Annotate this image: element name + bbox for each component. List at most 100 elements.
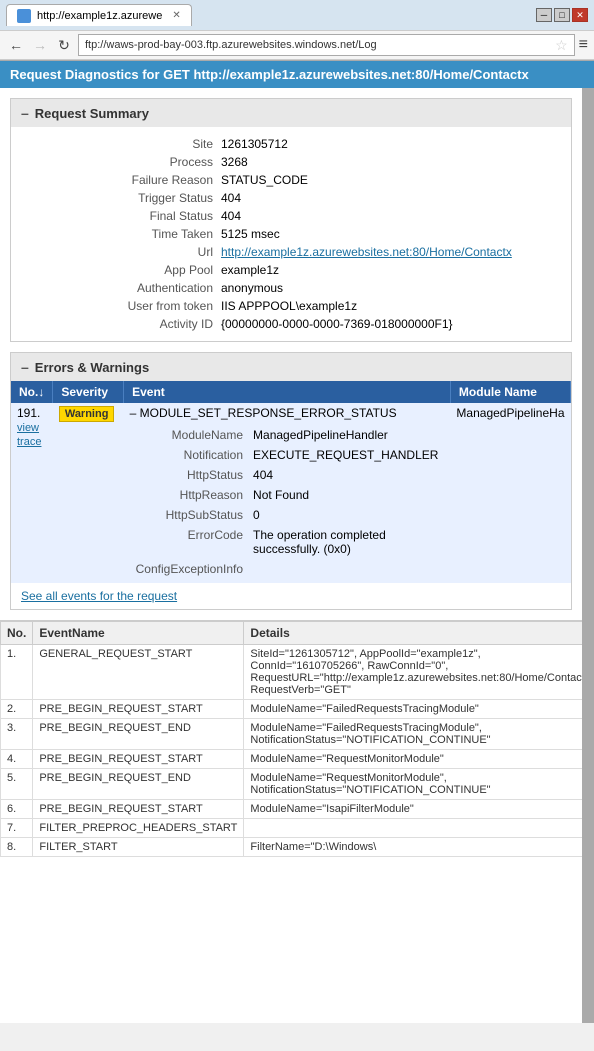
- value-url[interactable]: http://example1z.azurewebsites.net:80/Ho…: [221, 245, 512, 259]
- detail-value-error-code: The operation completed successfully. (0…: [249, 526, 442, 558]
- detail-label-config-exception: ConfigExceptionInfo: [132, 560, 247, 578]
- browser-menu-icon[interactable]: ≡: [579, 36, 588, 54]
- detail-row-http-reason: HttpReason Not Found: [132, 486, 443, 504]
- error-row-191: 191. view trace Warning – MODULE_SET_RES…: [11, 403, 571, 583]
- col-header-severity: Severity: [53, 381, 124, 403]
- col-header-event: Event: [124, 381, 451, 403]
- error-details-table: ModuleName ManagedPipelineHandler Notifi…: [130, 424, 445, 580]
- bookmark-star-icon[interactable]: ☆: [555, 37, 568, 54]
- request-summary-title: Request Summary: [35, 106, 149, 121]
- title-bar: http://example1z.azurewe ✕ ─ □ ✕: [0, 0, 594, 30]
- detail-value-http-status: 404: [249, 466, 442, 484]
- detail-value-notification: EXECUTE_REQUEST_HANDLER: [249, 446, 442, 464]
- event-no: 5.: [1, 769, 33, 800]
- event-name: FILTER_START: [33, 838, 244, 857]
- detail-label-error-code: ErrorCode: [132, 526, 247, 558]
- col-header-no: No.↓: [11, 381, 53, 403]
- label-url: Url: [21, 245, 221, 259]
- event-row: 2. PRE_BEGIN_REQUEST_START ModuleName="F…: [1, 700, 594, 719]
- event-name: PRE_BEGIN_REQUEST_START: [33, 800, 244, 819]
- page-header: Request Diagnostics for GET http://examp…: [0, 61, 594, 88]
- error-module: ManagedPipelineHa: [450, 403, 570, 583]
- summary-row-authentication: Authentication anonymous: [11, 279, 571, 297]
- event-no: 6.: [1, 800, 33, 819]
- detail-row-error-code: ErrorCode The operation completed succes…: [132, 526, 443, 558]
- warning-badge: Warning: [59, 406, 115, 422]
- detail-label-http-substatus: HttpSubStatus: [132, 506, 247, 524]
- event-row: 1. GENERAL_REQUEST_START SiteId="1261305…: [1, 645, 594, 700]
- summary-row-site: Site 1261305712: [11, 135, 571, 153]
- detail-label-notification: Notification: [132, 446, 247, 464]
- browser-tab[interactable]: http://example1z.azurewe ✕: [6, 4, 192, 26]
- request-summary-section: – Request Summary Site 1261305712 Proces…: [10, 98, 572, 342]
- detail-row-config-exception: ConfigExceptionInfo: [132, 560, 443, 578]
- summary-row-trigger-status: Trigger Status 404: [11, 189, 571, 207]
- close-button[interactable]: ✕: [572, 8, 588, 22]
- see-all-events-link[interactable]: See all events for the request: [11, 583, 571, 609]
- event-no: 3.: [1, 719, 33, 750]
- event-details: FilterName="D:\Windows\: [244, 838, 594, 857]
- summary-row-process: Process 3268: [11, 153, 571, 171]
- label-trigger-status: Trigger Status: [21, 191, 221, 205]
- event-row: 6. PRE_BEGIN_REQUEST_START ModuleName="I…: [1, 800, 594, 819]
- summary-table: Site 1261305712 Process 3268 Failure Rea…: [11, 127, 571, 341]
- tab-close-button[interactable]: ✕: [172, 10, 180, 21]
- request-summary-header[interactable]: – Request Summary: [11, 99, 571, 127]
- errors-warnings-section: – Errors & Warnings No.↓ Severity Event …: [10, 352, 572, 610]
- forward-button[interactable]: →: [30, 35, 50, 55]
- event-details: ModuleName="FailedRequestsTracingModule"…: [244, 719, 594, 750]
- value-site: 1261305712: [221, 137, 288, 151]
- window-controls: ─ □ ✕: [536, 8, 588, 22]
- detail-row-http-status: HttpStatus 404: [132, 466, 443, 484]
- event-row: 5. PRE_BEGIN_REQUEST_END ModuleName="Req…: [1, 769, 594, 800]
- summary-row-time-taken: Time Taken 5125 msec: [11, 225, 571, 243]
- event-name: PRE_BEGIN_REQUEST_START: [33, 700, 244, 719]
- error-event-text: – MODULE_SET_RESPONSE_ERROR_STATUS: [130, 406, 397, 420]
- error-no: 191. view trace: [11, 403, 53, 583]
- label-final-status: Final Status: [21, 209, 221, 223]
- errors-warnings-header[interactable]: – Errors & Warnings: [11, 353, 571, 381]
- events-header-row: No. EventName Details Time: [1, 621, 594, 645]
- error-event-cell: – MODULE_SET_RESPONSE_ERROR_STATUS Modul…: [124, 403, 451, 583]
- collapse-icon-errors: –: [21, 359, 29, 375]
- label-failure-reason: Failure Reason: [21, 173, 221, 187]
- address-text: ftp://waws-prod-bay-003.ftp.azurewebsite…: [85, 39, 377, 51]
- detail-row-http-substatus: HttpSubStatus 0: [132, 506, 443, 524]
- minimize-button[interactable]: ─: [536, 8, 552, 22]
- address-bar[interactable]: ftp://waws-prod-bay-003.ftp.azurewebsite…: [78, 34, 575, 56]
- detail-label-http-status: HttpStatus: [132, 466, 247, 484]
- event-no: 8.: [1, 838, 33, 857]
- value-user-from-token: IIS APPPOOL\example1z: [221, 299, 357, 313]
- col-header-module: Module Name: [450, 381, 570, 403]
- value-time-taken: 5125 msec: [221, 227, 280, 241]
- value-trigger-status: 404: [221, 191, 241, 205]
- label-site: Site: [21, 137, 221, 151]
- view-trace-link[interactable]: view trace: [17, 422, 41, 448]
- back-button[interactable]: ←: [6, 35, 26, 55]
- browser-chrome: http://example1z.azurewe ✕ ─ □ ✕ ← → ↻ f…: [0, 0, 594, 61]
- events-col-no: No.: [1, 621, 33, 645]
- maximize-button[interactable]: □: [554, 8, 570, 22]
- summary-row-url: Url http://example1z.azurewebsites.net:8…: [11, 243, 571, 261]
- events-col-name: EventName: [33, 621, 244, 645]
- errors-warnings-title: Errors & Warnings: [35, 360, 149, 375]
- value-final-status: 404: [221, 209, 241, 223]
- detail-label-http-reason: HttpReason: [132, 486, 247, 504]
- event-name: PRE_BEGIN_REQUEST_END: [33, 769, 244, 800]
- page-header-text: Request Diagnostics for GET http://examp…: [10, 67, 529, 82]
- events-section: No. EventName Details Time 1. GENERAL_RE…: [0, 620, 582, 857]
- page-content: – Request Summary Site 1261305712 Proces…: [0, 88, 594, 1023]
- event-no: 4.: [1, 750, 33, 769]
- value-failure-reason: STATUS_CODE: [221, 173, 308, 187]
- event-name: PRE_BEGIN_REQUEST_END: [33, 719, 244, 750]
- tab-title: http://example1z.azurewe: [37, 10, 162, 22]
- event-details: ModuleName="FailedRequestsTracingModule": [244, 700, 594, 719]
- label-time-taken: Time Taken: [21, 227, 221, 241]
- event-name: FILTER_PREPROC_HEADERS_START: [33, 819, 244, 838]
- event-details: [244, 819, 594, 838]
- event-name: PRE_BEGIN_REQUEST_START: [33, 750, 244, 769]
- label-activity-id: Activity ID: [21, 317, 221, 331]
- detail-value-module-name: ManagedPipelineHandler: [249, 426, 442, 444]
- collapse-icon: –: [21, 105, 29, 121]
- reload-button[interactable]: ↻: [54, 35, 74, 55]
